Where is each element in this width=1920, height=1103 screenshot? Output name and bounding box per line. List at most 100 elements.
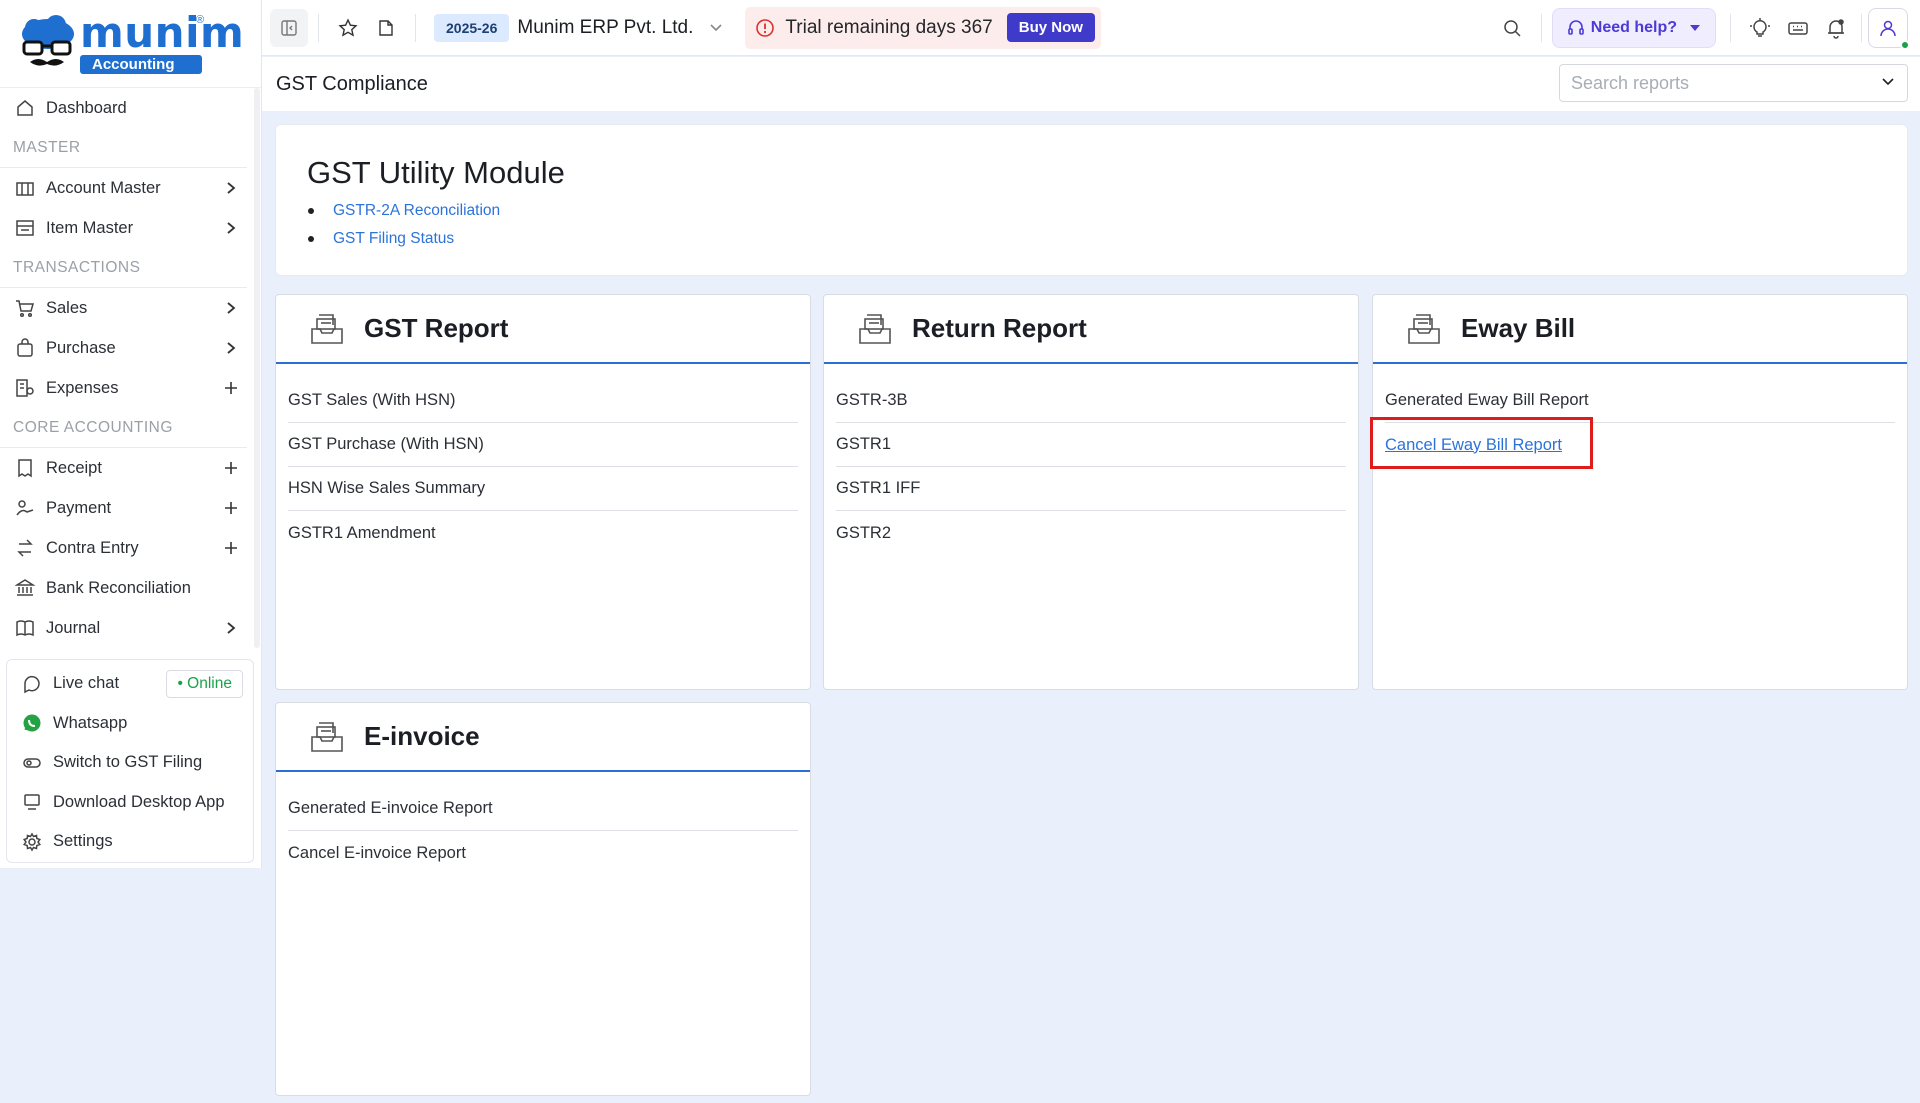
download-app-item[interactable]: Download Desktop App [7, 783, 253, 823]
home-icon [14, 97, 36, 119]
trial-text: Trial remaining days 367 [785, 16, 993, 38]
keyboard-shortcuts-button[interactable] [1779, 9, 1817, 47]
plus-icon[interactable] [221, 461, 241, 475]
item-box-icon [14, 217, 36, 239]
report-link-gst-purchase-hsn[interactable]: GST Purchase (With HSN) [288, 423, 798, 467]
top-bar: 2025-26 Munim ERP Pvt. Ltd. Trial remain… [262, 0, 1920, 56]
report-link-gst-sales-hsn[interactable]: GST Sales (With HSN) [288, 379, 798, 423]
chevron-right-icon [221, 221, 241, 235]
toggle-icon [21, 752, 43, 774]
building-icon [14, 177, 36, 199]
payment-icon [14, 497, 36, 519]
favorite-button[interactable] [329, 9, 367, 47]
user-icon [1880, 20, 1896, 36]
switch-gst-item[interactable]: Switch to GST Filing [7, 743, 253, 783]
chevron-down-icon [710, 23, 722, 31]
sidebar-item-label: Account Master [46, 178, 161, 197]
settings-item[interactable]: Settings [7, 822, 253, 862]
section-core-accounting: CORE ACCOUNTING [0, 408, 247, 448]
report-link-gstr1[interactable]: GSTR1 [836, 423, 1346, 467]
utility-links: GSTR-2A Reconciliation GST Filing Status [307, 197, 1876, 253]
note-icon [379, 19, 393, 36]
sidebar-item-label: Receipt [46, 458, 102, 477]
search-button[interactable] [1493, 9, 1531, 47]
card-title: E-invoice [364, 721, 480, 751]
sidebar-scrollbar[interactable] [254, 88, 260, 648]
report-link-gstr1-amendment[interactable]: GSTR1 Amendment [288, 511, 798, 555]
sidebar-item-receipt[interactable]: Receipt [0, 448, 253, 488]
return-report-card: Return Report GSTR-3B GSTR1 GSTR1 IFF GS… [823, 294, 1359, 690]
section-master: MASTER [0, 128, 247, 168]
monitor-icon [21, 791, 43, 813]
plus-icon[interactable] [221, 501, 241, 515]
report-icon [1408, 313, 1440, 344]
buy-now-button[interactable]: Buy Now [1006, 13, 1095, 42]
report-link-gstr1-iff[interactable]: GSTR1 IFF [836, 467, 1346, 511]
card-title: GST Report [364, 313, 509, 343]
report-link-hsn-wise-sales-summary[interactable]: HSN Wise Sales Summary [288, 467, 798, 511]
sidebar-item-expenses[interactable]: Expenses [0, 368, 253, 408]
sidebar-bottom-panel: Live chat • Online Whatsapp Switch to GS… [6, 659, 254, 863]
chevron-right-icon [221, 341, 241, 355]
report-link-generated-e-invoice[interactable]: Generated E-invoice Report [288, 787, 798, 831]
sidebar-item-label: Dashboard [46, 98, 127, 117]
sidebar-item-label: Journal [46, 618, 101, 637]
sidebar-item-dashboard[interactable]: Dashboard [0, 88, 253, 128]
star-icon [338, 17, 358, 37]
sidebar-item-contra-entry[interactable]: Contra Entry [0, 528, 253, 568]
book-icon [14, 617, 36, 639]
app-logo[interactable]: munim Accounting ® [0, 0, 261, 88]
download-app-label: Download Desktop App [53, 792, 225, 811]
report-link-gstr2[interactable]: GSTR2 [836, 511, 1346, 555]
report-link-gstr-3b[interactable]: GSTR-3B [836, 379, 1346, 423]
need-help-label: Need help? [1590, 18, 1677, 36]
company-selector[interactable]: 2025-26 Munim ERP Pvt. Ltd. [426, 7, 732, 48]
sidebar-item-purchase[interactable]: Purchase [0, 328, 253, 368]
sidebar-item-payment[interactable]: Payment [0, 488, 253, 528]
avatar[interactable] [1868, 7, 1910, 50]
sidebar-item-item-master[interactable]: Item Master [0, 208, 253, 248]
bell-icon [1828, 18, 1844, 39]
chat-icon [21, 673, 43, 695]
sidebar-item-label: Payment [46, 498, 112, 517]
whats-new-button[interactable] [1741, 9, 1779, 47]
sidebar-item-bank-reconciliation[interactable]: Bank Reconciliation [0, 568, 253, 608]
live-chat-label: Live chat [53, 674, 120, 693]
online-status-dot [1900, 39, 1910, 50]
highlight-box [1370, 417, 1593, 469]
chevron-down-icon [1882, 78, 1894, 86]
search-reports-select[interactable]: Search reports [1559, 64, 1908, 102]
plus-icon[interactable] [221, 541, 241, 555]
gstr2a-reconciliation-link[interactable]: GSTR-2A Reconciliation [307, 197, 1876, 225]
utility-title: GST Utility Module [307, 155, 565, 190]
sidebar-item-journal[interactable]: Journal [0, 608, 253, 648]
divider [318, 13, 319, 42]
chevron-right-icon [221, 621, 241, 635]
notes-button[interactable] [367, 9, 405, 47]
live-chat-item[interactable]: Live chat • Online [7, 664, 253, 704]
notifications-button[interactable] [1817, 9, 1855, 47]
gear-icon [21, 831, 43, 853]
collapse-sidebar-button[interactable] [270, 8, 308, 47]
sidebar-nav: Dashboard MASTER Account Master Item Mas… [0, 88, 261, 648]
e-invoice-card: E-invoice Generated E-invoice Report Can… [275, 702, 811, 1096]
brand-sub: Accounting [80, 55, 202, 74]
sidebar-toggle-icon [281, 19, 297, 36]
contra-icon [14, 537, 36, 559]
sidebar-item-sales[interactable]: Sales [0, 288, 253, 328]
divider [415, 13, 416, 42]
brand-name: munim [80, 8, 245, 57]
report-link-cancel-e-invoice[interactable]: Cancel E-invoice Report [288, 831, 798, 875]
gst-filing-status-link[interactable]: GST Filing Status [307, 225, 1876, 253]
plus-icon[interactable] [221, 381, 241, 395]
divider [1540, 13, 1542, 42]
need-help-button[interactable]: Need help? [1551, 7, 1716, 48]
alert-icon [756, 18, 775, 37]
whatsapp-item[interactable]: Whatsapp [7, 704, 253, 744]
bag-icon [14, 337, 36, 359]
sidebar-item-label: Contra Entry [46, 538, 139, 557]
headset-icon [1567, 19, 1584, 35]
online-badge: • Online [166, 669, 243, 698]
sidebar-item-account-master[interactable]: Account Master [0, 168, 253, 208]
sidebar: munim Accounting ® Dashboard MASTER Acco… [0, 0, 262, 868]
